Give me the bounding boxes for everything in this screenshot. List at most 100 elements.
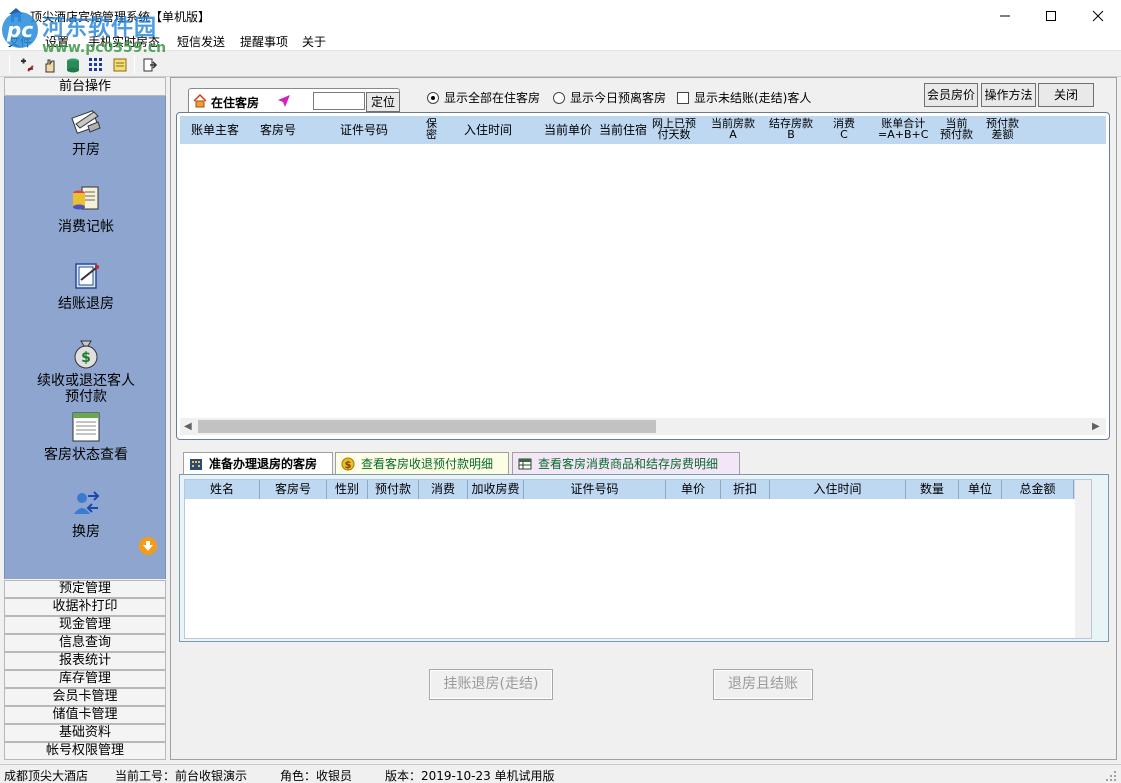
col-room-no[interactable]: 客房号: [260, 480, 327, 499]
toolbar-database-button[interactable]: [63, 55, 83, 75]
close-window-button[interactable]: [1075, 0, 1121, 31]
scroll-left-icon[interactable]: ◀: [184, 421, 192, 432]
col-room-no[interactable]: 客房号: [260, 116, 296, 144]
menu-reminders[interactable]: 提醒事项: [240, 33, 288, 50]
scrollbar-thumb[interactable]: [198, 420, 656, 433]
toolbar-exit-button[interactable]: [140, 55, 160, 75]
vertical-scrollbar[interactable]: [1075, 480, 1091, 638]
scroll-down-button[interactable]: [139, 537, 157, 555]
status-bar: 成都顶尖大酒店 当前工号：前台收银演示 角色：收银员 版本：2019-10-23…: [0, 764, 1121, 783]
sidebar-cat-inventory[interactable]: 库存管理: [4, 670, 166, 688]
checkbox-show-unsettled[interactable]: 显示未结账(走结)客人: [677, 89, 811, 106]
col-balance-room-fee[interactable]: 结存房款 B: [769, 118, 813, 140]
sidebar-cat-reservation[interactable]: 预定管理: [4, 580, 166, 598]
sidebar-cat-stored-value[interactable]: 储值卡管理: [4, 706, 166, 724]
col-current-prepayment[interactable]: 当前 预付款: [940, 118, 973, 140]
col-unit-price[interactable]: 单价: [666, 480, 721, 499]
title-bar: 顶尖酒店宾馆管理系统【单机版】: [0, 0, 1121, 31]
app-icon: [9, 8, 23, 22]
tool-consumption[interactable]: 消费记帐: [5, 181, 167, 235]
tab-consumption-details[interactable]: 查看客房消费商品和结存房费明细: [512, 452, 740, 474]
sidebar-cat-account-permissions[interactable]: 帐号权限管理: [4, 742, 166, 760]
col-bill-host[interactable]: 账单主客: [191, 116, 239, 144]
col-prepayment-diff[interactable]: 预付款 差额: [986, 118, 1019, 140]
tool-room-status[interactable]: 客房状态查看: [5, 409, 167, 463]
col-checkin-time[interactable]: 入住时间: [464, 116, 512, 144]
tab-in-house-rooms[interactable]: 在住客房 定位: [188, 88, 400, 112]
scroll-right-icon[interactable]: ▶: [1092, 421, 1100, 432]
col-confidential[interactable]: 保密: [426, 118, 437, 140]
col-line: 密: [426, 128, 437, 141]
col-prepayment[interactable]: 预付款: [368, 480, 419, 499]
how-to-button[interactable]: 操作方法: [981, 83, 1036, 107]
col-line: A: [729, 128, 737, 141]
in-house-rooms-grid[interactable]: 账单主客 客房号 证件号码 保密 入住时间 当前单价 当前住宿 网上已预 付天数 …: [176, 112, 1110, 440]
col-current-stay[interactable]: 当前住宿: [599, 116, 647, 144]
sidebar-cat-receipt-reprint[interactable]: 收据补打印: [4, 598, 166, 616]
dollar-icon: $: [341, 457, 355, 471]
col-current-room-fee[interactable]: 当前房款 A: [711, 118, 755, 140]
col-consumption[interactable]: 消费 C: [833, 118, 855, 140]
menu-about[interactable]: 关于: [302, 33, 326, 50]
radio-circle: [427, 91, 439, 104]
exit-icon: [143, 58, 158, 72]
tool-label: 结账退房: [58, 296, 114, 312]
tab-label: 查看客房消费商品和结存房费明细: [538, 457, 719, 471]
col-extra-room-fee[interactable]: 加收房费: [468, 480, 524, 499]
menu-sms[interactable]: 短信发送: [177, 33, 225, 50]
sidebar-header[interactable]: 前台操作: [4, 77, 166, 96]
toolbar-note-button[interactable]: [110, 55, 130, 75]
tool-open-room[interactable]: 开房: [5, 104, 167, 158]
charge-checkout-button[interactable]: 挂账退房(走结): [429, 669, 553, 700]
menu-mobile-room-status[interactable]: 手机实时房态: [88, 33, 160, 50]
tool-checkout[interactable]: 结账退房: [5, 258, 167, 312]
open-room-icon: [71, 110, 101, 134]
arrow-down-icon: [143, 541, 153, 551]
sidebar-cat-cash[interactable]: 现金管理: [4, 616, 166, 634]
toolbar-grid-button[interactable]: [86, 55, 106, 75]
col-discount[interactable]: 折扣: [721, 480, 770, 499]
col-line: C: [840, 128, 848, 141]
sidebar-cat-basic-data[interactable]: 基础资料: [4, 724, 166, 742]
radio-show-all[interactable]: 显示全部在住客房: [427, 89, 540, 106]
col-id-number[interactable]: 证件号码: [524, 480, 666, 499]
room-search-input[interactable]: [313, 92, 365, 110]
tool-change-room[interactable]: 换房: [5, 486, 167, 540]
locate-button[interactable]: 定位: [366, 92, 400, 112]
tab-pending-checkout[interactable]: 准备办理退房的客房: [183, 452, 333, 474]
col-name[interactable]: 姓名: [185, 480, 260, 499]
sidebar-cat-reports[interactable]: 报表统计: [4, 652, 166, 670]
col-gender[interactable]: 性别: [327, 480, 368, 499]
resize-grip-icon[interactable]: [1104, 769, 1117, 782]
col-current-price[interactable]: 当前单价: [544, 116, 592, 144]
col-prepaid-days[interactable]: 网上已预 付天数: [652, 118, 696, 140]
member-price-button[interactable]: 会员房价: [924, 83, 978, 107]
col-consumption[interactable]: 消费: [419, 480, 468, 499]
col-id-number[interactable]: 证件号码: [340, 116, 388, 144]
checkout-rooms-grid[interactable]: 姓名 客房号 性别 预付款 消费 加收房费 证件号码 单价 折扣 入住时间 数量…: [184, 479, 1092, 639]
close-button[interactable]: 关闭: [1038, 83, 1094, 107]
horizontal-scrollbar[interactable]: ◀ ▶: [180, 418, 1106, 435]
sidebar-cat-member-card[interactable]: 会员卡管理: [4, 688, 166, 706]
col-bill-total[interactable]: 账单合计 =A+B+C: [878, 118, 928, 140]
money-bag-icon: $: [74, 340, 98, 369]
calculator-icon: [21, 58, 34, 72]
col-checkin-time[interactable]: 入住时间: [770, 480, 906, 499]
menu-file[interactable]: 文件: [8, 33, 32, 50]
col-unit[interactable]: 单位: [959, 480, 1002, 499]
menu-settings[interactable]: 设置: [45, 33, 69, 50]
grid-header: 姓名 客房号 性别 预付款 消费 加收房费 证件号码 单价 折扣 入住时间 数量…: [185, 480, 1075, 499]
col-quantity[interactable]: 数量: [906, 480, 959, 499]
radio-show-today-departures[interactable]: 显示今日预离客房: [553, 89, 666, 106]
tool-prepayment[interactable]: $ 续收或退还客人 预付款: [5, 335, 167, 405]
toolbar-calc-button[interactable]: [17, 55, 37, 75]
maximize-button[interactable]: [1028, 0, 1074, 31]
checkout-icon: [75, 263, 99, 289]
checkout-settle-button[interactable]: 退房且结账: [713, 669, 813, 700]
grid-header: 账单主客 客房号 证件号码 保密 入住时间 当前单价 当前住宿 网上已预 付天数 …: [180, 116, 1106, 144]
sidebar-cat-query[interactable]: 信息查询: [4, 634, 166, 652]
minimize-button[interactable]: [982, 0, 1028, 31]
toolbar-hand-button[interactable]: [40, 55, 60, 75]
col-total[interactable]: 总金额: [1002, 480, 1074, 499]
tab-prepayment-details[interactable]: $ 查看客房收退预付款明细: [335, 452, 509, 474]
